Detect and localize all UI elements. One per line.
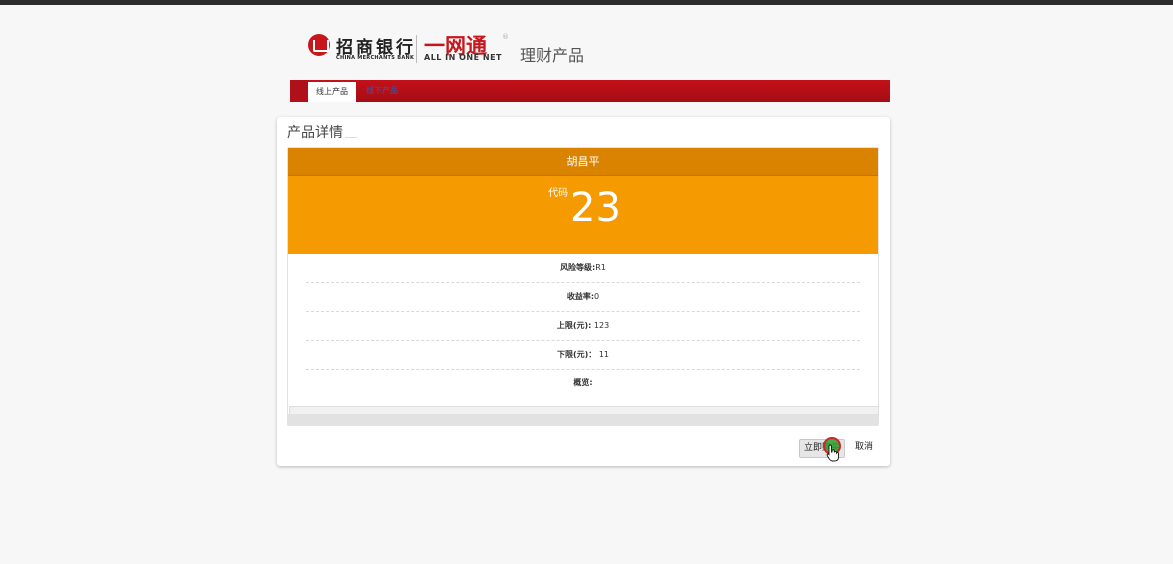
product-code-banner: 代码 23 bbox=[288, 176, 878, 254]
row-label: 上限(元): bbox=[556, 321, 592, 330]
nav-bar: 线上产品 线下产品 bbox=[290, 80, 890, 102]
logo-divider bbox=[416, 35, 417, 63]
row-label: 下限(元)： bbox=[556, 350, 597, 359]
row-value: 123 bbox=[591, 321, 610, 330]
top-bar bbox=[0, 0, 1173, 5]
row-value: R1 bbox=[595, 263, 606, 272]
row-label: 收益率: bbox=[566, 292, 595, 301]
panel-title: 产品详情 bbox=[287, 125, 343, 141]
bank-name-en: CHINA MERCHANTS BANK bbox=[336, 55, 415, 61]
nav-strip bbox=[290, 80, 308, 102]
cancel-button[interactable]: 取消 bbox=[855, 439, 873, 456]
hand-cursor-icon bbox=[826, 444, 839, 462]
row-yield: 收益率:0 bbox=[306, 283, 860, 312]
tab-online-products[interactable]: 线上产品 bbox=[308, 80, 356, 102]
row-label: 风险等级: bbox=[560, 263, 596, 272]
cmb-logo-icon bbox=[308, 34, 330, 56]
product-name: 胡昌平 bbox=[288, 148, 878, 176]
product-detail-panel: 产品详情 胡昌平 代码 23 风险等级:R1 收益率:0 上限(元): 123 … bbox=[277, 117, 890, 466]
row-value: 0 bbox=[594, 292, 600, 301]
row-upper-limit: 上限(元): 123 bbox=[306, 312, 860, 341]
tab-offline-products[interactable]: 线下产品 bbox=[358, 80, 406, 102]
row-value: 11 bbox=[596, 350, 610, 359]
title-underline bbox=[345, 137, 357, 138]
row-risk-level: 风险等级:R1 bbox=[306, 254, 860, 283]
section-title: 理财产品 bbox=[520, 46, 585, 65]
code-value: 23 bbox=[570, 185, 621, 231]
registered-mark: ® bbox=[502, 33, 509, 41]
brand-en: ALL IN ONE NET bbox=[424, 53, 502, 62]
card-footer bbox=[288, 414, 878, 425]
row-lower-limit: 下限(元)： 11 bbox=[306, 341, 860, 370]
code-label: 代码 bbox=[548, 188, 568, 199]
product-card: 胡昌平 代码 23 风险等级:R1 收益率:0 上限(元): 123 下限(元)… bbox=[287, 147, 879, 426]
header: 招商银行 CHINA MERCHANTS BANK 一网通 ALL IN ONE… bbox=[308, 30, 908, 70]
row-label: 概览: bbox=[573, 378, 593, 387]
row-overview: 概览: bbox=[306, 369, 860, 397]
